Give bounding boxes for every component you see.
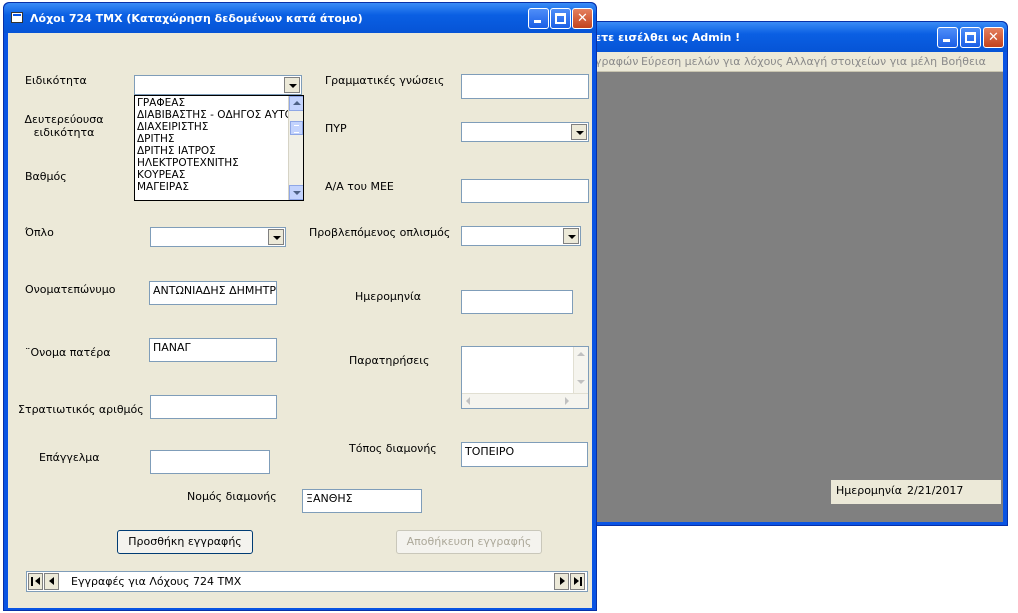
remarks-textarea[interactable] [461, 346, 589, 409]
dropdown-arrow-icon[interactable] [268, 229, 284, 245]
save-record-button[interactable]: Αποθήκευση εγγραφής [396, 530, 542, 554]
scroll-up-icon[interactable] [577, 352, 585, 356]
dialog-client-area: Ειδικότητα Δευτερεύουσα ειδικότητα Βαθμό… [8, 33, 592, 608]
first-record-button[interactable] [28, 573, 43, 590]
minimize-button[interactable] [937, 27, 958, 48]
scroll-right-icon[interactable] [565, 397, 569, 405]
dialog-maximize-button[interactable] [550, 8, 571, 29]
residence-input[interactable]: ΤΟΠΕΙΡΟ [461, 442, 588, 467]
data-entry-dialog: Λόχοι 724 ΤΜΧ (Καταχώρηση δεδομένων κατά… [3, 2, 597, 611]
scroll-down-icon[interactable] [577, 380, 585, 384]
last-record-button[interactable] [570, 573, 585, 590]
mee-number-input[interactable] [461, 179, 589, 203]
minimize-icon [938, 28, 957, 47]
list-item[interactable]: ΚΟΥΡΕΑΣ [137, 169, 185, 181]
last-record-icon [574, 577, 579, 585]
scroll-up-icon[interactable] [289, 96, 303, 111]
date-status: Ημερομηνία 2/21/2017 [831, 480, 1001, 504]
label-father-name: ¨Ονομα πατέρα [25, 346, 111, 359]
remarks-hscroll[interactable] [462, 393, 588, 408]
menu-item-records[interactable]: γραφών [595, 55, 638, 68]
label-remarks: Παρατηρήσεις [349, 354, 430, 367]
label-date: Ημερομηνία [355, 290, 422, 303]
next-record-button[interactable] [554, 573, 569, 590]
literacy-input[interactable] [461, 74, 589, 99]
close-icon: ✕ [988, 30, 999, 45]
dialog-title: Λόχοι 724 ΤΜΧ (Καταχώρηση δεδομένων κατά… [30, 12, 363, 25]
minimize-icon [529, 9, 548, 28]
full-name-input[interactable]: ΑΝΤΩΝΙΑΔΗΣ ΔΗΜΗΤΡΙΟ [149, 281, 277, 305]
military-number-input[interactable] [150, 395, 277, 419]
close-button[interactable]: ✕ [983, 27, 1004, 48]
label-weapon: Όπλο [25, 226, 54, 239]
planned-armament-combo[interactable] [461, 226, 581, 246]
menu-item-help[interactable]: Βοήθεια [941, 55, 986, 68]
prev-record-button[interactable] [44, 573, 59, 590]
label-rank: Βαθμός [25, 170, 67, 183]
main-window-title: ετε εισέλθει ως Admin ! [595, 31, 741, 44]
dropdown-arrow-icon[interactable] [563, 228, 579, 244]
list-item[interactable]: ΜΑΓΕΙΡΑΣ [137, 181, 189, 193]
label-residence: Τόπος διαμονής [349, 442, 437, 455]
list-item[interactable]: ΔΡΙΤΗΣ [137, 133, 175, 145]
scroll-thumb[interactable] [290, 121, 303, 135]
main-client-area: Ημερομηνία 2/21/2017 [595, 72, 1003, 522]
menu-item-find-members[interactable]: Εύρεση μελών για λόχους [641, 55, 783, 68]
main-window: ετε εισέλθει ως Admin ! ✕ γραφών Εύρεση … [590, 21, 1008, 526]
status-date-label: Ημερομηνία [836, 484, 903, 497]
date-input[interactable] [461, 290, 573, 314]
label-literacy: Γραμματικές γνώσεις [325, 74, 445, 87]
next-record-icon [560, 577, 565, 585]
menu-item-change-members[interactable]: Αλλαγή στοιχείων για μέλη [786, 55, 937, 68]
scroll-left-icon[interactable] [466, 397, 470, 405]
scroll-down-icon[interactable] [289, 185, 303, 200]
specialty-dropdown-list[interactable]: ΓΡΑΦΕΑΣ ΔΙΑΒΙΒΑΣΤΗΣ - ΟΔΗΓΟΣ ΑΥΤΟ ΔΙΑΧΕΙ… [134, 95, 304, 201]
app-icon [11, 12, 23, 23]
specialty-combo[interactable] [134, 75, 302, 95]
dialog-close-button[interactable]: ✕ [572, 8, 593, 29]
pyr-combo[interactable] [461, 122, 589, 142]
label-planned-armament: Προβλεπόμενος οπλισμός [309, 226, 451, 239]
close-icon: ✕ [577, 11, 588, 26]
main-titlebar[interactable]: ετε εισέλθει ως Admin ! ✕ [591, 22, 1007, 52]
label-military-number: Στρατιωτικός αριθμός [18, 403, 144, 416]
maximize-icon [961, 28, 980, 47]
navigator-caption: Εγγραφές για Λόχους 724 ΤΜΧ [71, 575, 242, 588]
list-item[interactable]: ΔΡΙΤΗΣ ΙΑΤΡΟΣ [137, 145, 216, 157]
list-item[interactable]: ΔΙΑΧΕΙΡΙΣΤΗΣ [137, 121, 208, 133]
first-record-icon [31, 577, 33, 586]
record-navigator[interactable]: Εγγραφές για Λόχους 724 ΤΜΧ [26, 571, 588, 592]
label-full-name: Ονοματεπώνυμο [25, 283, 116, 296]
weapon-combo[interactable] [150, 227, 286, 247]
dialog-titlebar[interactable]: Λόχοι 724 ΤΜΧ (Καταχώρηση δεδομένων κατά… [4, 3, 596, 33]
main-menubar: γραφών Εύρεση μελών για λόχους Αλλαγή στ… [595, 52, 1003, 72]
status-date-value: 2/21/2017 [907, 484, 964, 497]
label-mee-number: Α/Α του ΜΕΕ [325, 180, 394, 193]
label-profession: Επάγγελμα [39, 451, 100, 464]
label-pyr: ΠΥΡ [325, 122, 347, 135]
dropdown-arrow-icon[interactable] [284, 77, 300, 93]
remarks-vscroll[interactable] [573, 347, 588, 394]
dropdown-arrow-icon[interactable] [571, 124, 587, 140]
label-prefecture: Νομός διαμονής [187, 490, 277, 503]
maximize-icon [551, 9, 570, 28]
list-item[interactable]: ΗΛΕΚΤΡΟΤΕΧΝΙΤΗΣ [137, 157, 239, 169]
list-item[interactable]: ΔΙΑΒΙΒΑΣΤΗΣ - ΟΔΗΓΟΣ ΑΥΤΟ [137, 109, 293, 121]
dialog-minimize-button[interactable] [528, 8, 549, 29]
label-secondary-specialty: Δευτερεύουσα ειδικότητα [24, 113, 104, 139]
father-name-input[interactable]: ΠΑΝΑΓ [149, 338, 277, 362]
label-specialty: Ειδικότητα [25, 74, 87, 87]
profession-input[interactable] [150, 450, 270, 474]
list-item[interactable]: ΓΡΑΦΕΑΣ [137, 97, 185, 109]
prefecture-input[interactable]: ΞΑΝΘΗΣ [302, 489, 422, 513]
maximize-button[interactable] [960, 27, 981, 48]
list-scrollbar[interactable] [288, 96, 303, 200]
add-record-button[interactable]: Προσθήκη εγγραφής [117, 530, 253, 554]
prev-record-icon [49, 577, 54, 585]
